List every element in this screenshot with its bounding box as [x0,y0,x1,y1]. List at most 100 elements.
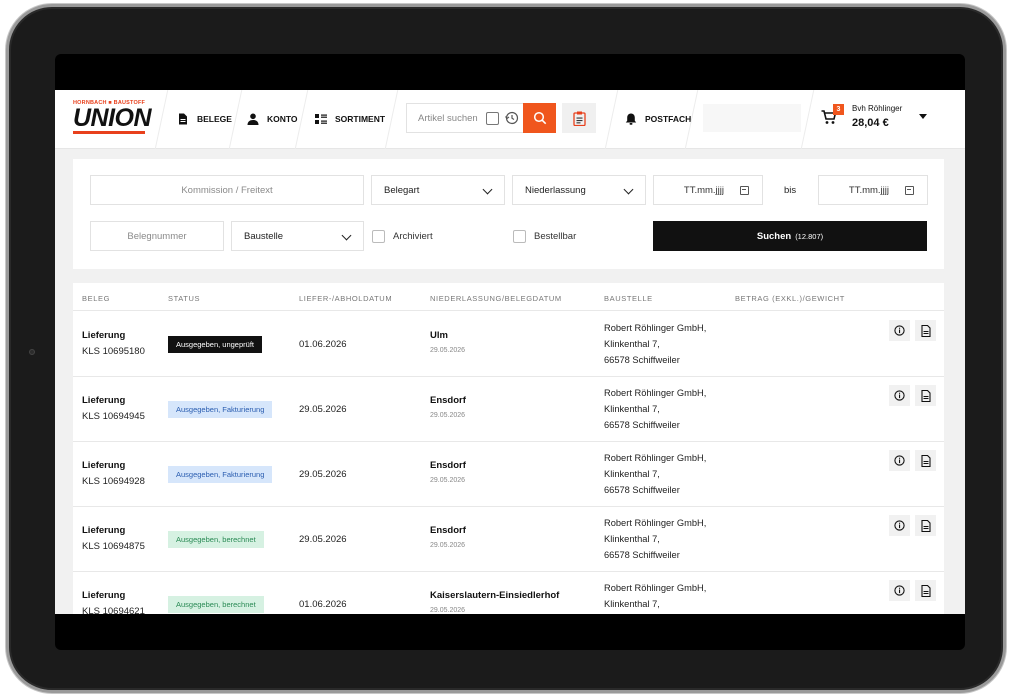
result-count: (12.807) [795,231,824,241]
beleg-type: Lieferung [82,330,126,341]
address-line: 66578 Schiffweiler [604,355,680,365]
header-betrag[interactable]: BETRAG (EXKL.)/GEWICHT [735,294,845,303]
checkbox-box[interactable] [372,230,385,243]
date-from-placeholder: TT.mm.jjjj [683,185,724,196]
info-icon [894,585,905,596]
scan-icon[interactable] [486,112,499,125]
branch-cell: Kaiserslautern-Einsiedlerhof 29.05.2026 [430,590,559,614]
table-row[interactable]: Lieferung KLS 10694945 Ausgegeben, Faktu… [73,377,944,442]
table-row[interactable]: Lieferung KLS 10694621 Ausgegeben, berec… [73,572,944,614]
branch-name: Ulm [430,330,448,341]
file-icon [920,389,931,402]
branch-name: Ensdorf [430,395,466,406]
status-badge: Ausgegeben, ungeprüft [168,336,262,353]
table-row[interactable]: Lieferung KLS 10695180 Ausgegeben, ungep… [73,312,944,377]
nav-divider [384,90,399,149]
filter-panel: Kommission / Freitext Belegart Niederlas… [73,159,944,269]
site-address: Robert Röhlinger GmbH, Klinkenthal 7, 66… [604,515,706,563]
delivery-date: 29.05.2026 [299,404,347,415]
beleg-type: Lieferung [82,590,126,601]
bestellbar-checkbox[interactable]: Bestellbar [513,230,576,243]
bestellbar-label: Bestellbar [534,231,577,242]
info-icon [894,520,905,531]
branch-cell: Ensdorf 29.05.2026 [430,460,466,484]
header-datum[interactable]: LIEFER-/ABHOLDATUM [299,294,392,303]
checkbox-box[interactable] [513,230,526,243]
address-line: 66578 Schiffweiler [604,420,680,430]
address-line: Robert Röhlinger GmbH, [604,583,707,593]
date-to-input[interactable]: TT.mm.jjjj [818,175,928,205]
chevron-down-icon [623,184,634,195]
header-status[interactable]: STATUS [168,294,200,303]
pdf-button[interactable] [915,320,936,341]
file-icon [920,584,931,597]
belegart-select[interactable]: Belegart [371,175,505,205]
calendar-icon [740,186,749,195]
archiviert-checkbox[interactable]: Archiviert [372,230,433,243]
beleg-number[interactable]: KLS 10695180 [82,346,145,357]
address-line: 66578 Schiffweiler [604,485,680,495]
nav-konto[interactable]: KONTO [247,110,298,128]
beleg-number[interactable]: KLS 10694875 [82,541,145,552]
history-icon[interactable] [505,111,519,125]
table-row[interactable]: Lieferung KLS 10694875 Ausgegeben, berec… [73,507,944,572]
beleg-number[interactable]: KLS 10694928 [82,476,145,487]
niederlassung-select[interactable]: Niederlassung [512,175,646,205]
nav-sortiment[interactable]: SORTIMENT [315,110,385,128]
info-icon [894,390,905,401]
nav-belege[interactable]: BELEGE [177,110,232,128]
status-badge: Ausgegeben, berechnet [168,531,264,548]
grid-list-icon [315,114,327,124]
beleg-type: Lieferung [82,395,126,406]
logo[interactable]: HORNBACH ■ BAUSTOFF UNION [73,100,152,136]
order-list-button[interactable] [562,103,596,133]
branch-cell: Ensdorf 29.05.2026 [430,525,466,549]
beleg-number[interactable]: KLS 10694945 [82,411,145,422]
search-submit-button[interactable]: Suchen (12.807) [653,221,927,251]
search-icon [533,111,546,125]
info-button[interactable] [889,515,910,536]
screen: HORNBACH ■ BAUSTOFF UNION BELEGE KONTO S… [55,54,965,650]
beleg-cell: Lieferung KLS 10694875 [82,525,145,552]
date-from-input[interactable]: TT.mm.jjjj [653,175,763,205]
camera [29,349,35,355]
search-button[interactable] [523,103,556,133]
app: HORNBACH ■ BAUSTOFF UNION BELEGE KONTO S… [55,90,965,614]
document-icon [179,113,187,125]
table-row[interactable]: Lieferung KLS 10694928 Ausgegeben, Faktu… [73,442,944,507]
table-header: BELEG STATUS LIEFER-/ABHOLDATUM NIEDERLA… [73,283,944,311]
info-button[interactable] [889,450,910,471]
info-button[interactable] [889,580,910,601]
pdf-button[interactable] [915,450,936,471]
clipboard-icon [572,111,586,126]
belegnummer-input[interactable]: Belegnummer [90,221,224,251]
kommission-input[interactable]: Kommission / Freitext [90,175,364,205]
cart-count-badge: 3 [833,104,844,115]
nav-postfach[interactable]: POSTFACH [625,110,691,128]
beleg-number[interactable]: KLS 10694621 [82,606,145,614]
baustelle-select[interactable]: Baustelle [231,221,364,251]
nav-belege-label: BELEGE [197,114,232,124]
branch-cell: Ulm 29.05.2026 [430,330,465,354]
header-baustelle[interactable]: BAUSTELLE [604,294,653,303]
chevron-down-icon[interactable] [919,114,927,119]
info-button[interactable] [889,320,910,341]
pdf-button[interactable] [915,580,936,601]
header-niederlassung[interactable]: NIEDERLASSUNG/BELEGDATUM [430,294,562,303]
chevron-down-icon [341,230,352,241]
nav-divider [154,90,169,149]
site-address: Robert Röhlinger GmbH, Klinkenthal 7, 66… [604,385,706,433]
date-to-placeholder: TT.mm.jjjj [848,185,889,196]
beleg-type: Lieferung [82,525,126,536]
status-badge: Ausgegeben, berechnet [168,596,264,613]
cart-total: 28,04 € [852,117,889,129]
pdf-button[interactable] [915,385,936,406]
address-line: Klinkenthal 7, [604,599,660,609]
pdf-button[interactable] [915,515,936,536]
search-input[interactable]: Artikel suchen [407,104,487,132]
info-button[interactable] [889,385,910,406]
header-beleg[interactable]: BELEG [82,294,110,303]
branch-selector[interactable] [703,104,801,132]
beleg-cell: Lieferung KLS 10694621 [82,590,145,614]
account-name: Bvh Röhlinger [852,104,903,113]
